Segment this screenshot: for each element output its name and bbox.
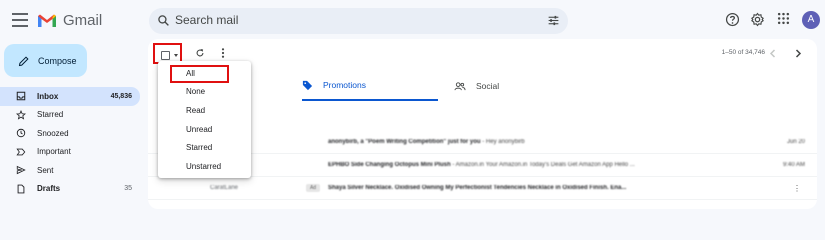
sidebar-item-sent[interactable]: Sent bbox=[0, 161, 140, 180]
email-subject: Shaya Silver Necklace. Oxidised Owning M… bbox=[328, 185, 627, 191]
pagination-text: 1–50 of 34,746 bbox=[721, 49, 765, 56]
help-icon[interactable] bbox=[725, 12, 740, 27]
menu-item-label: None bbox=[186, 87, 206, 97]
tab-promotions[interactable]: Promotions bbox=[302, 71, 438, 101]
sidebar-item-label: Inbox bbox=[37, 91, 59, 101]
gmail-logo[interactable]: Gmail bbox=[37, 12, 102, 29]
email-subject-line: EPHBO Side Changing Octopus Mini Plush -… bbox=[328, 162, 787, 168]
email-subject: EPHBO Side Changing Octopus Mini Plush bbox=[328, 162, 451, 168]
menu-item-label: Starred bbox=[186, 143, 213, 153]
important-icon bbox=[16, 147, 26, 157]
top-bar: Gmail A bbox=[0, 0, 825, 44]
sidebar-item-drafts[interactable]: Drafts 35 bbox=[0, 180, 140, 199]
people-icon bbox=[454, 81, 466, 92]
menu-item-unread[interactable]: Unread bbox=[158, 120, 251, 139]
next-page-icon[interactable] bbox=[794, 49, 802, 58]
tab-label: Social bbox=[476, 81, 500, 91]
search-bar bbox=[149, 8, 568, 34]
sidebar-item-label: Sent bbox=[37, 165, 54, 175]
menu-item-none[interactable]: None bbox=[158, 83, 251, 102]
compose-label: Compose bbox=[38, 55, 77, 66]
menu-item-label: Unread bbox=[186, 124, 213, 134]
inbox-unread-count: 45,836 bbox=[110, 92, 132, 100]
drafts-count: 35 bbox=[124, 185, 132, 193]
star-icon bbox=[16, 109, 26, 120]
clock-icon bbox=[16, 128, 26, 138]
email-snippet: - Hey anonybirb bbox=[480, 139, 525, 145]
sidebar-item-inbox[interactable]: Inbox 45,836 bbox=[0, 87, 140, 106]
menu-item-starred[interactable]: Starred bbox=[158, 138, 251, 157]
refresh-icon[interactable] bbox=[195, 48, 205, 58]
gmail-m-icon bbox=[38, 14, 56, 27]
apps-grid-icon[interactable] bbox=[777, 12, 790, 25]
email-subject: anonybirb, a "Poem Writing Competition" … bbox=[328, 139, 481, 145]
pencil-icon bbox=[18, 55, 29, 66]
select-dropdown-menu: All None Read Unread Starred Unstarred bbox=[158, 61, 251, 178]
email-subject-line: anonybirb, a "Poem Writing Competition" … bbox=[328, 139, 787, 145]
previous-page-icon[interactable] bbox=[769, 49, 777, 58]
app-name: Gmail bbox=[63, 12, 103, 29]
tab-social[interactable]: Social bbox=[454, 71, 590, 101]
settings-gear-icon[interactable] bbox=[750, 12, 765, 27]
email-subject-line: Shaya Silver Necklace. Oxidised Owning M… bbox=[328, 185, 787, 191]
more-options-icon[interactable] bbox=[221, 48, 225, 58]
email-sender: CaratLane bbox=[210, 185, 239, 191]
search-input[interactable] bbox=[175, 13, 525, 27]
sidebar-item-label: Important bbox=[37, 147, 71, 157]
menu-item-unstarred[interactable]: Unstarred bbox=[158, 157, 251, 176]
main-menu-icon[interactable] bbox=[12, 13, 28, 27]
account-avatar[interactable]: A bbox=[802, 11, 820, 29]
menu-item-label: Read bbox=[186, 105, 206, 115]
sidebar-item-label: Snoozed bbox=[37, 128, 69, 138]
draft-icon bbox=[16, 184, 26, 194]
select-all-checkbox[interactable] bbox=[161, 51, 170, 60]
send-icon bbox=[16, 165, 26, 175]
menu-item-all[interactable]: All bbox=[158, 64, 251, 83]
menu-item-read[interactable]: Read bbox=[158, 101, 251, 120]
menu-item-label: Unstarred bbox=[186, 161, 222, 171]
row-more-icon[interactable]: ⋮ bbox=[793, 184, 801, 193]
inbox-icon bbox=[16, 91, 26, 101]
sidebar-item-important[interactable]: Important bbox=[0, 143, 140, 162]
menu-item-all-highlight bbox=[170, 65, 229, 83]
ad-badge: Ad bbox=[306, 184, 320, 192]
email-row[interactable]: CaratLane Ad Shaya Silver Necklace. Oxid… bbox=[148, 177, 817, 200]
email-date: 9:40 AM bbox=[782, 162, 805, 168]
sidebar-item-label: Starred bbox=[37, 110, 64, 120]
tab-label: Promotions bbox=[323, 80, 366, 90]
compose-button[interactable]: Compose bbox=[4, 44, 87, 77]
search-icon[interactable] bbox=[157, 14, 170, 27]
sidebar-item-starred[interactable]: Starred bbox=[0, 106, 140, 125]
tag-icon bbox=[302, 80, 313, 91]
email-snippet: - Amazon.in Your Amazon.in Today's Deals… bbox=[450, 162, 635, 168]
sidebar-item-label: Drafts bbox=[37, 184, 61, 194]
sidebar-nav: Inbox 45,836 Starred Snoozed Important S… bbox=[0, 87, 140, 198]
sidebar-item-snoozed[interactable]: Snoozed bbox=[0, 124, 140, 143]
search-options-icon[interactable] bbox=[547, 14, 560, 27]
select-caret-icon[interactable] bbox=[174, 54, 178, 57]
email-date: Jun 20 bbox=[786, 139, 805, 145]
